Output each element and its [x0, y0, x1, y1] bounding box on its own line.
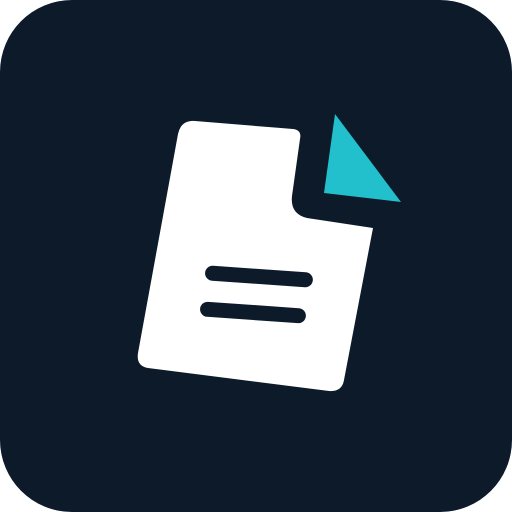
document-icon: [0, 0, 512, 512]
app-icon: [0, 0, 512, 512]
